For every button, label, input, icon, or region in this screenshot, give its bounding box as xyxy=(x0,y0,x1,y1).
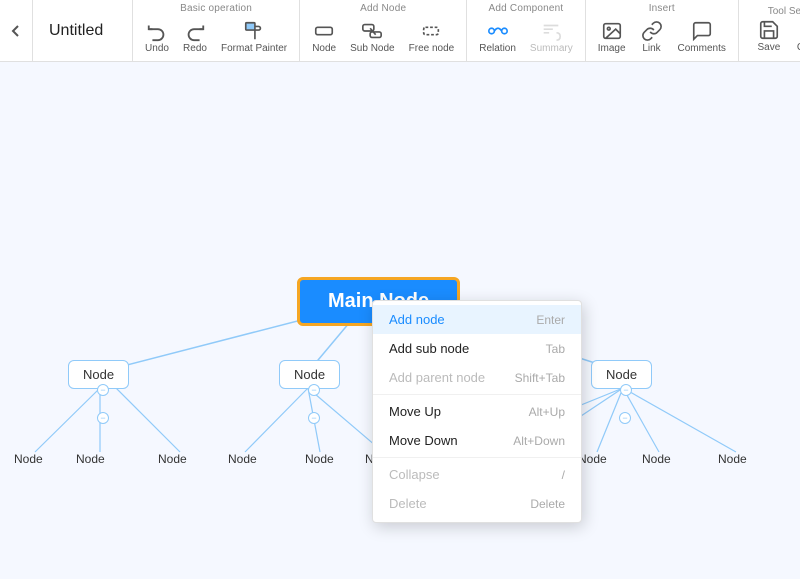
link-button[interactable]: Link xyxy=(634,18,670,56)
toolbar-group-insert: Insert Image Link Comments xyxy=(586,0,739,61)
context-menu-add-node[interactable]: Add node Enter xyxy=(373,305,581,334)
redo-button[interactable]: Redo xyxy=(177,18,213,56)
collapse-circle-left[interactable] xyxy=(97,384,109,396)
context-menu-divider-1 xyxy=(373,394,581,395)
leaf-node-5[interactable]: Node xyxy=(305,452,334,466)
image-button[interactable]: Image xyxy=(592,18,632,56)
toolbar-group-add-component: Add Component Relation Summary xyxy=(467,0,586,61)
insert-items: Image Link Comments xyxy=(592,16,732,61)
context-menu-move-up[interactable]: Move Up Alt+Up xyxy=(373,397,581,426)
toolbar: Untitled Basic operation Undo Redo Forma… xyxy=(0,0,800,62)
doc-title: Untitled xyxy=(33,0,133,61)
leaf-node-2[interactable]: Node xyxy=(76,452,105,466)
context-menu-collapse[interactable]: Collapse / xyxy=(373,460,581,489)
leaf-node-9[interactable]: Node xyxy=(578,452,607,466)
add-node-label: Add Node xyxy=(306,0,460,16)
context-menu-delete[interactable]: Delete Delete xyxy=(373,489,581,518)
toolbar-group-basic: Basic operation Undo Redo Format Painter xyxy=(133,0,300,61)
comments-button[interactable]: Comments xyxy=(672,18,732,56)
context-menu: Add node Enter Add sub node Tab Add pare… xyxy=(372,300,582,523)
tool-settings-items: Save Collapse xyxy=(751,17,800,59)
add-node-items: Node Sub Node Free node xyxy=(306,16,460,61)
toolbar-group-add-node: Add Node Node Sub Node Free node xyxy=(300,0,467,61)
leaf-node-10[interactable]: Node xyxy=(642,452,671,466)
basic-operation-items: Undo Redo Format Painter xyxy=(139,16,293,61)
leaf-node-11[interactable]: Node xyxy=(718,452,747,466)
leaf-node-1[interactable]: Node xyxy=(14,452,43,466)
toolbar-right: Tool Settings Save Collapse Share xyxy=(739,0,800,61)
format-painter-button[interactable]: Format Painter xyxy=(215,18,293,56)
context-menu-move-down[interactable]: Move Down Alt+Down xyxy=(373,426,581,455)
leaf-node-3[interactable]: Node xyxy=(158,452,187,466)
context-menu-divider-2 xyxy=(373,457,581,458)
tool-settings-label: Tool Settings xyxy=(768,3,800,17)
relation-button[interactable]: Relation xyxy=(473,18,522,56)
context-menu-add-sub-node[interactable]: Add sub node Tab xyxy=(373,334,581,363)
node-button[interactable]: Node xyxy=(306,18,342,56)
collapse-circle-leaf-1[interactable] xyxy=(97,412,109,424)
context-menu-add-parent-node[interactable]: Add parent node Shift+Tab xyxy=(373,363,581,392)
add-component-label: Add Component xyxy=(473,0,579,16)
collapse-button[interactable]: Collapse xyxy=(791,17,800,55)
back-button[interactable] xyxy=(0,0,33,61)
tool-settings-group: Tool Settings Save Collapse xyxy=(751,3,800,59)
free-node-button[interactable]: Free node xyxy=(403,18,461,56)
basic-operation-label: Basic operation xyxy=(139,0,293,16)
collapse-circle-right[interactable] xyxy=(620,384,632,396)
save-button[interactable]: Save xyxy=(751,17,787,55)
canvas: Main Node Node Node Node Node Node Node … xyxy=(0,62,800,579)
leaf-node-4[interactable]: Node xyxy=(228,452,257,466)
add-component-items: Relation Summary xyxy=(473,16,579,61)
insert-label: Insert xyxy=(592,0,732,16)
summary-button[interactable]: Summary xyxy=(524,18,579,56)
collapse-circle-mid-left[interactable] xyxy=(308,384,320,396)
undo-button[interactable]: Undo xyxy=(139,18,175,56)
collapse-circle-leaf-2[interactable] xyxy=(308,412,320,424)
sub-node-button[interactable]: Sub Node xyxy=(344,18,400,56)
collapse-circle-leaf-3[interactable] xyxy=(619,412,631,424)
